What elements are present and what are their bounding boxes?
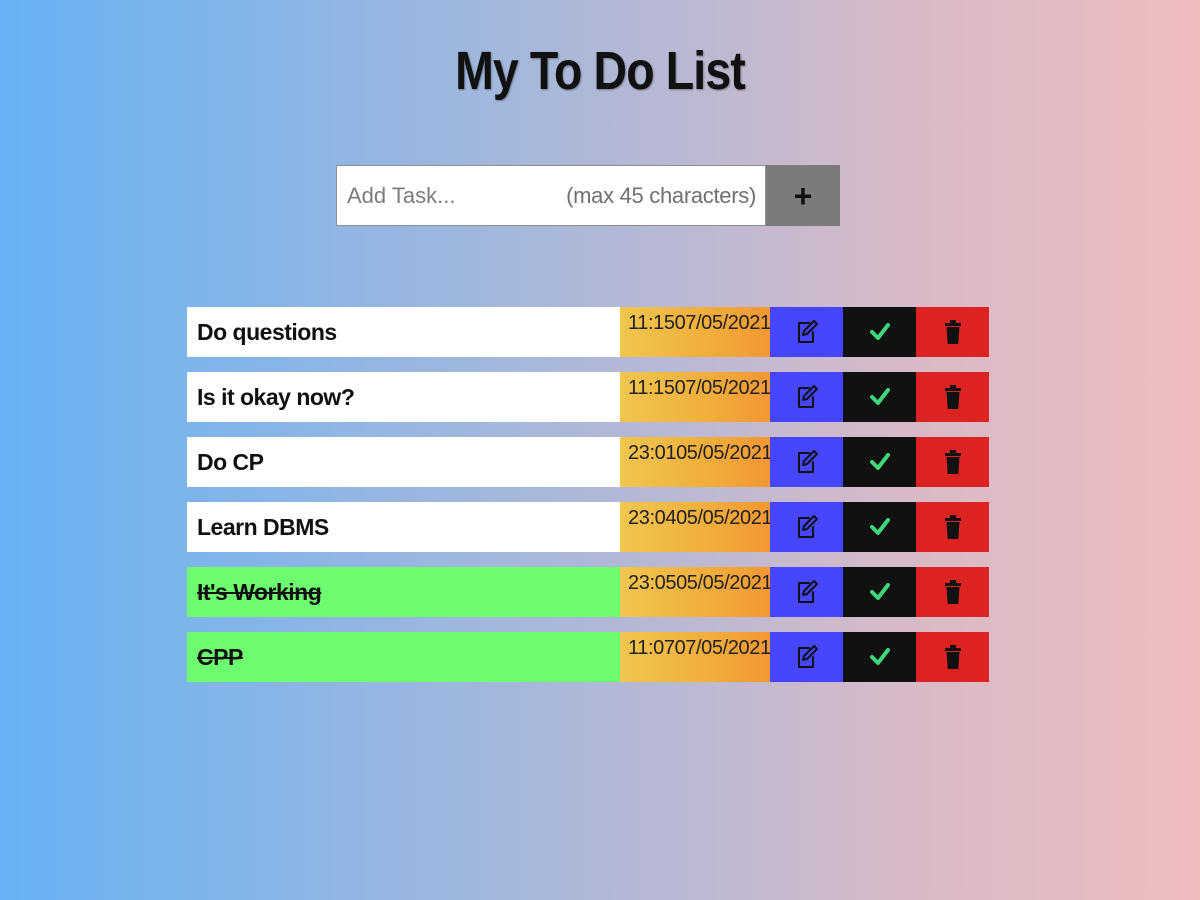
task-time: 11:07 (628, 637, 675, 659)
task-date: 05/05/2021 (676, 442, 773, 464)
add-task-field[interactable]: (max 45 characters) (336, 165, 766, 226)
trash-icon (944, 450, 962, 474)
delete-task-button[interactable] (916, 632, 989, 682)
check-icon (869, 452, 891, 472)
trash-icon (944, 320, 962, 344)
task-date: 07/05/2021 (674, 637, 772, 659)
task-text: It's Working (187, 567, 620, 617)
task-timestamp: 23:05 05/05/2021 (620, 567, 773, 617)
task-time: 11:15 (628, 377, 675, 399)
complete-task-button[interactable] (843, 567, 916, 617)
complete-task-button[interactable] (843, 502, 916, 552)
edit-icon (796, 449, 818, 475)
task-row: Do CP 23:01 05/05/2021 (187, 437, 990, 487)
task-timestamp: 23:01 05/05/2021 (620, 437, 773, 487)
task-list: Do questions 11:15 07/05/2021 Is it okay… (187, 307, 990, 697)
check-icon (869, 582, 891, 602)
task-time: 11:15 (628, 312, 675, 334)
delete-task-button[interactable] (916, 502, 989, 552)
edit-icon (796, 384, 818, 410)
task-date: 07/05/2021 (674, 312, 772, 334)
task-timestamp: 11:15 07/05/2021 (620, 372, 772, 422)
task-row: Do questions 11:15 07/05/2021 (187, 307, 990, 357)
task-text: Is it okay now? (187, 372, 620, 422)
edit-task-button[interactable] (770, 632, 843, 682)
task-text: Learn DBMS (187, 502, 620, 552)
check-icon (869, 517, 891, 537)
task-date: 05/05/2021 (676, 572, 773, 594)
check-icon (869, 387, 891, 407)
complete-task-button[interactable] (843, 632, 916, 682)
task-row: Learn DBMS 23:04 05/05/2021 (187, 502, 990, 552)
edit-task-button[interactable] (770, 372, 843, 422)
task-time: 23:01 (628, 442, 677, 464)
complete-task-button[interactable] (843, 437, 916, 487)
plus-icon: + (793, 177, 813, 214)
edit-task-button[interactable] (770, 502, 843, 552)
edit-task-button[interactable] (770, 567, 843, 617)
task-row-completed: It's Working 23:05 05/05/2021 (187, 567, 990, 617)
task-text: Do questions (187, 307, 620, 357)
delete-task-button[interactable] (916, 437, 989, 487)
check-icon (869, 647, 891, 667)
delete-task-button[interactable] (916, 567, 989, 617)
trash-icon (944, 580, 962, 604)
page-title: My To Do List (455, 41, 746, 101)
task-time: 23:05 (628, 572, 677, 594)
complete-task-button[interactable] (843, 372, 916, 422)
edit-task-button[interactable] (770, 437, 843, 487)
delete-task-button[interactable] (916, 307, 989, 357)
task-date: 07/05/2021 (674, 377, 772, 399)
edit-icon (796, 644, 818, 670)
edit-icon (796, 319, 818, 345)
edit-task-button[interactable] (770, 307, 843, 357)
edit-icon (796, 514, 818, 540)
task-text: CPP (187, 632, 620, 682)
task-text: Do CP (187, 437, 620, 487)
add-task-form: (max 45 characters) + (336, 165, 842, 226)
edit-icon (796, 579, 818, 605)
trash-icon (944, 515, 962, 539)
task-date: 05/05/2021 (676, 507, 773, 529)
task-timestamp: 11:07 07/05/2021 (620, 632, 772, 682)
add-task-button[interactable]: + (766, 165, 840, 226)
max-characters-hint: (max 45 characters) (566, 183, 756, 208)
complete-task-button[interactable] (843, 307, 916, 357)
check-icon (869, 322, 891, 342)
task-row: Is it okay now? 11:15 07/05/2021 (187, 372, 990, 422)
task-timestamp: 11:15 07/05/2021 (620, 307, 772, 357)
task-timestamp: 23:04 05/05/2021 (620, 502, 773, 552)
delete-task-button[interactable] (916, 372, 989, 422)
trash-icon (944, 645, 962, 669)
task-row-completed: CPP 11:07 07/05/2021 (187, 632, 990, 682)
task-time: 23:04 (628, 507, 677, 529)
trash-icon (944, 385, 962, 409)
